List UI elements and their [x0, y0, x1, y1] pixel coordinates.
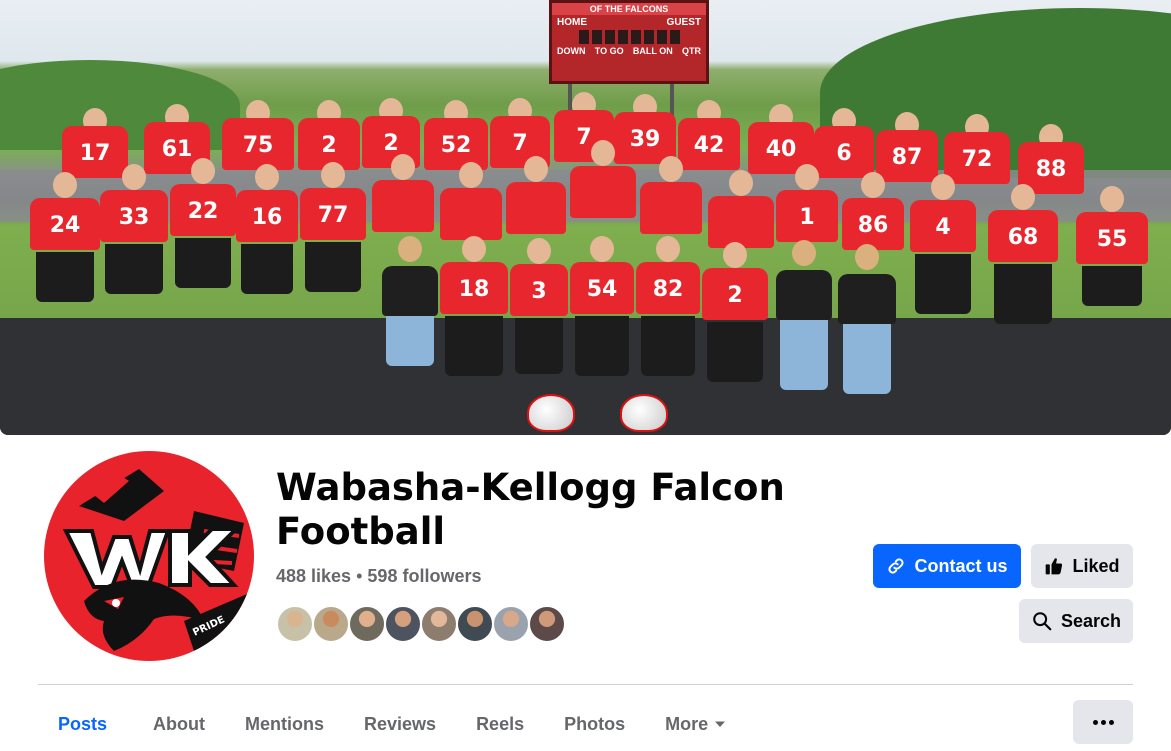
falcon-logo-icon: [62, 469, 254, 651]
friend-avatar[interactable]: [312, 605, 350, 643]
player: 68: [988, 184, 1058, 374]
player: 54: [570, 236, 634, 386]
friend-avatar[interactable]: [384, 605, 422, 643]
tab-mentions[interactable]: Mentions: [225, 700, 344, 748]
player: 3: [510, 238, 568, 388]
friend-avatar[interactable]: [420, 605, 458, 643]
stats-separator: •: [356, 566, 363, 586]
search-button[interactable]: Search: [1019, 599, 1133, 643]
cheerleader: [838, 244, 896, 398]
scoreboard-digits: [552, 30, 706, 44]
search-label: Search: [1060, 610, 1122, 631]
team-logo: PRIDE: [44, 451, 254, 661]
tab-label: Reels: [476, 713, 525, 734]
friend-avatar[interactable]: [492, 605, 530, 643]
friend-avatar[interactable]: [456, 605, 494, 643]
tab-label: Photos: [564, 713, 626, 734]
player: 4: [910, 174, 976, 364]
player: 22: [170, 158, 236, 338]
page-stats: 488 likes • 598 followers: [276, 566, 481, 587]
contact-us-label: Contact us: [914, 555, 1008, 576]
search-icon: [1033, 612, 1052, 631]
more-dots-icon: [1092, 719, 1114, 725]
friend-avatar[interactable]: [276, 605, 314, 643]
more-options-button[interactable]: [1073, 700, 1133, 744]
tab-photos[interactable]: Photos: [544, 700, 645, 748]
tab-reviews[interactable]: Reviews: [344, 700, 456, 748]
tab-reels[interactable]: Reels: [456, 700, 544, 748]
cheerleader: [382, 236, 438, 386]
player: 24: [30, 172, 100, 352]
liked-label: Liked: [1072, 555, 1120, 576]
tab-label: More: [665, 713, 709, 734]
tab-label: About: [153, 713, 206, 734]
tab-about[interactable]: About: [133, 700, 225, 748]
coach: [570, 140, 636, 250]
scoreboard: OF THE FALCONS HOME GUEST DOWN TO GO BAL…: [549, 0, 709, 84]
player: 55: [1076, 186, 1148, 386]
link-icon: [888, 558, 905, 574]
player: 18: [440, 236, 508, 386]
friend-avatar[interactable]: [528, 605, 566, 643]
tab-label: Posts: [58, 713, 108, 734]
followers-count[interactable]: 598 followers: [367, 566, 481, 586]
player: 82: [636, 236, 700, 386]
scoreboard-home: HOME: [557, 17, 587, 28]
scoreboard-down: DOWN: [557, 46, 586, 56]
likes-count[interactable]: 488 likes: [276, 566, 351, 586]
player: 2: [702, 242, 768, 392]
helmet: [620, 394, 668, 432]
caret-down-icon: [715, 721, 726, 727]
cover-photo[interactable]: OF THE FALCONS HOME GUEST DOWN TO GO BAL…: [0, 0, 1171, 435]
contact-us-button[interactable]: Contact us: [873, 544, 1021, 588]
helmet: [527, 394, 575, 432]
profile-picture[interactable]: PRIDE: [38, 445, 260, 667]
tab-label: Mentions: [245, 713, 325, 734]
cheerleader: [776, 240, 832, 394]
liked-button[interactable]: Liked: [1031, 544, 1133, 588]
tab-more[interactable]: More: [645, 700, 746, 748]
section-divider: [38, 684, 1133, 685]
page-tabs: Posts About Mentions Reviews Reels Photo…: [38, 700, 746, 748]
tab-posts[interactable]: Posts: [38, 700, 133, 748]
scoreboard-title: OF THE FALCONS: [552, 3, 706, 15]
scoreboard-qtr: QTR: [681, 46, 701, 56]
scoreboard-guest: GUEST: [666, 17, 701, 28]
player: 77: [300, 162, 366, 342]
player: 16: [236, 164, 298, 344]
player: 33: [100, 164, 168, 344]
page-title[interactable]: Wabasha-Kellogg Falcon Football: [276, 466, 796, 554]
scoreboard-togo: TO GO: [594, 46, 624, 56]
thumbs-up-icon: [1046, 558, 1063, 575]
tab-label: Reviews: [364, 713, 437, 734]
scoreboard-ballon: BALL ON: [632, 46, 673, 56]
friend-avatar[interactable]: [348, 605, 386, 643]
